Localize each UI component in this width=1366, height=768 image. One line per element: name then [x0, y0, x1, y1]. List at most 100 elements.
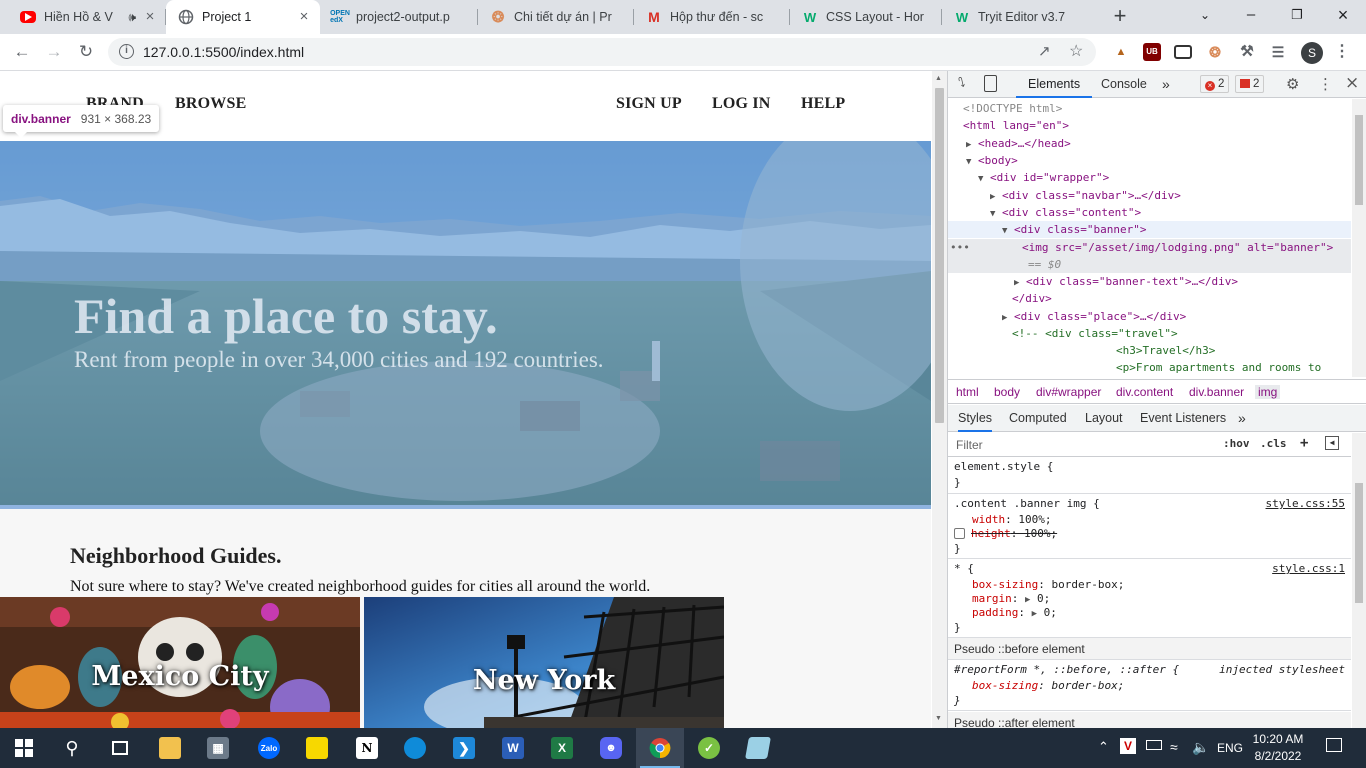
page-scrollbar-thumb[interactable]: [935, 88, 944, 423]
dom-line[interactable]: <!DOCTYPE html>: [948, 100, 1351, 117]
collapse-triangle-icon[interactable]: ▼: [1002, 226, 1007, 236]
rule-declaration[interactable]: padding: ▶ 0;: [972, 606, 1057, 620]
crumb-body[interactable]: body: [994, 385, 1020, 399]
place-card-new-york[interactable]: New York: [364, 597, 724, 728]
taskbar-edge[interactable]: [391, 728, 439, 768]
dom-line[interactable]: <h3>Travel</h3>: [948, 342, 1351, 359]
taskbar-discord[interactable]: ☻: [587, 728, 635, 768]
tab-console[interactable]: Console: [1101, 71, 1147, 98]
crumb-img[interactable]: img: [1255, 385, 1281, 399]
taskbar-calculator[interactable]: ▦: [194, 728, 242, 768]
expand-triangle-icon[interactable]: ▶: [990, 192, 995, 202]
share-icon[interactable]: ↗: [1038, 42, 1051, 60]
minimize-button[interactable]: –: [1228, 0, 1274, 32]
taskbar-chrome[interactable]: [636, 728, 684, 768]
notifications-icon[interactable]: [1326, 738, 1342, 752]
nav-login[interactable]: LOG IN: [712, 95, 771, 113]
close-window-button[interactable]: ×: [1320, 0, 1366, 32]
more-tabs-icon[interactable]: »: [1238, 405, 1246, 432]
dom-line[interactable]: <html lang="en">: [948, 117, 1351, 134]
page-scrollbar[interactable]: ▲ ▼: [932, 71, 947, 728]
address-bar[interactable]: i 127.0.0.1:5500/index.html ↗ ☆: [108, 38, 1096, 66]
tab-styles[interactable]: Styles: [958, 405, 993, 432]
declaration-checkbox[interactable]: [954, 528, 965, 539]
taskbar-sticky-notes[interactable]: [293, 728, 341, 768]
antivirus-tray-icon[interactable]: V: [1120, 738, 1136, 754]
taskbar-app-glass[interactable]: [734, 728, 782, 768]
restore-button[interactable]: ❐: [1274, 0, 1320, 32]
dom-line[interactable]: ▶ <div class="banner-text">…</div>: [948, 273, 1351, 290]
taskbar-vscode[interactable]: ❯: [440, 728, 488, 768]
close-tab-icon[interactable]: ×: [296, 9, 312, 25]
expand-triangle-icon[interactable]: ▶: [1032, 609, 1037, 619]
rule-selector[interactable]: .content .banner img {: [954, 497, 1100, 511]
dom-line[interactable]: <!-- <div class="travel">: [948, 325, 1351, 342]
expand-triangle-icon[interactable]: ▶: [1025, 595, 1030, 605]
tab-project1[interactable]: Project 1 ×: [166, 0, 320, 34]
filter-input[interactable]: Filter: [956, 438, 983, 452]
tab-chi-tiet-du-an[interactable]: ❂ Chi tiết dự án | Pr: [478, 0, 634, 34]
rule-declaration[interactable]: width: 100%;: [972, 513, 1052, 527]
taskbar-word[interactable]: W: [489, 728, 537, 768]
tab-tryit-editor[interactable]: W Tryit Editor v3.7: [942, 0, 1098, 34]
tab-youtube[interactable]: Hiền Hồ & V 🕪 ×: [8, 0, 166, 34]
volume-icon[interactable]: 🔈: [1192, 739, 1209, 756]
dom-scrollbar[interactable]: [1352, 99, 1366, 377]
tab-search-icon[interactable]: ⌄: [1182, 0, 1228, 32]
taskbar-notion[interactable]: N: [343, 728, 391, 768]
dom-line[interactable]: ▶ <head>…</head>: [948, 135, 1351, 152]
collapse-triangle-icon[interactable]: ▼: [990, 209, 995, 219]
collapse-triangle-icon[interactable]: ▼: [978, 174, 983, 184]
rule-selector[interactable]: element.style {: [954, 460, 1053, 474]
dom-line[interactable]: ▼ <body>: [948, 152, 1351, 169]
devtools-menu-icon[interactable]: ⋮: [1318, 75, 1333, 93]
rule-source-link[interactable]: style.css:55: [1266, 497, 1345, 511]
dom-line[interactable]: ▼ <div class="content">: [948, 204, 1351, 221]
place-card-mexico-city[interactable]: Mexico City: [0, 597, 360, 728]
new-tab-button[interactable]: +: [1108, 5, 1132, 29]
media-control-icon[interactable]: ☰: [1269, 43, 1287, 61]
taskbar-app-green[interactable]: ✓: [685, 728, 733, 768]
nav-signup[interactable]: SIGN UP: [616, 95, 682, 113]
dom-line-selected[interactable]: ••• <img src="/asset/img/lodging.png" alt…: [948, 239, 1351, 256]
collapse-triangle-icon[interactable]: ▼: [966, 157, 971, 167]
hover-toggle[interactable]: :hov: [1223, 437, 1250, 450]
taskbar-zalo[interactable]: Zalo: [245, 728, 293, 768]
nav-help[interactable]: HELP: [801, 95, 845, 113]
inspect-element-icon[interactable]: ⭛: [958, 76, 965, 91]
error-count-badge[interactable]: × 2: [1200, 75, 1230, 93]
more-dots-icon[interactable]: •••: [950, 239, 970, 256]
start-button[interactable]: [0, 728, 48, 768]
dom-line[interactable]: ▼ <div class="banner">: [948, 221, 1351, 238]
more-tabs-icon[interactable]: »: [1162, 71, 1170, 98]
rule-declaration-disabled[interactable]: height: 100%;: [954, 527, 1057, 541]
task-view-button[interactable]: [96, 728, 144, 768]
ublock-icon[interactable]: UB: [1143, 43, 1161, 61]
new-rule-icon[interactable]: +: [1300, 435, 1308, 451]
back-button[interactable]: ←: [8, 38, 36, 66]
tab-gmail[interactable]: M Hộp thư đến - sc: [634, 0, 790, 34]
rule-source-link[interactable]: style.css:1: [1272, 562, 1345, 576]
nav-browse[interactable]: BROWSE: [175, 95, 246, 113]
bookmark-star-icon[interactable]: ☆: [1069, 41, 1083, 61]
rule-selector[interactable]: * {: [954, 562, 974, 576]
tab-event-listeners[interactable]: Event Listeners: [1140, 405, 1226, 432]
extension-icon-1[interactable]: ▲: [1112, 43, 1130, 61]
expand-triangle-icon[interactable]: ▶: [966, 140, 971, 150]
profile-avatar[interactable]: S: [1301, 42, 1323, 64]
close-tab-icon[interactable]: ×: [142, 9, 158, 25]
crumb-content[interactable]: div.content: [1116, 385, 1173, 399]
wifi-icon[interactable]: ≈: [1170, 739, 1178, 755]
tab-css-layout[interactable]: W CSS Layout - Hor: [790, 0, 942, 34]
dom-scrollbar-thumb[interactable]: [1355, 115, 1363, 205]
settings-gear-icon[interactable]: ⚙: [1286, 75, 1299, 93]
crumb-html[interactable]: html: [956, 385, 979, 399]
extensions-puzzle-icon[interactable]: ⚒: [1238, 43, 1256, 61]
speaker-icon[interactable]: 🕪: [128, 10, 136, 25]
issue-count-badge[interactable]: 2: [1235, 75, 1265, 93]
tab-elements[interactable]: Elements: [1016, 71, 1093, 98]
site-info-icon[interactable]: i: [119, 44, 134, 59]
dom-line[interactable]: ▼ <div id="wrapper">: [948, 169, 1351, 186]
forward-button[interactable]: →: [40, 38, 68, 66]
crumb-banner[interactable]: div.banner: [1189, 385, 1244, 399]
